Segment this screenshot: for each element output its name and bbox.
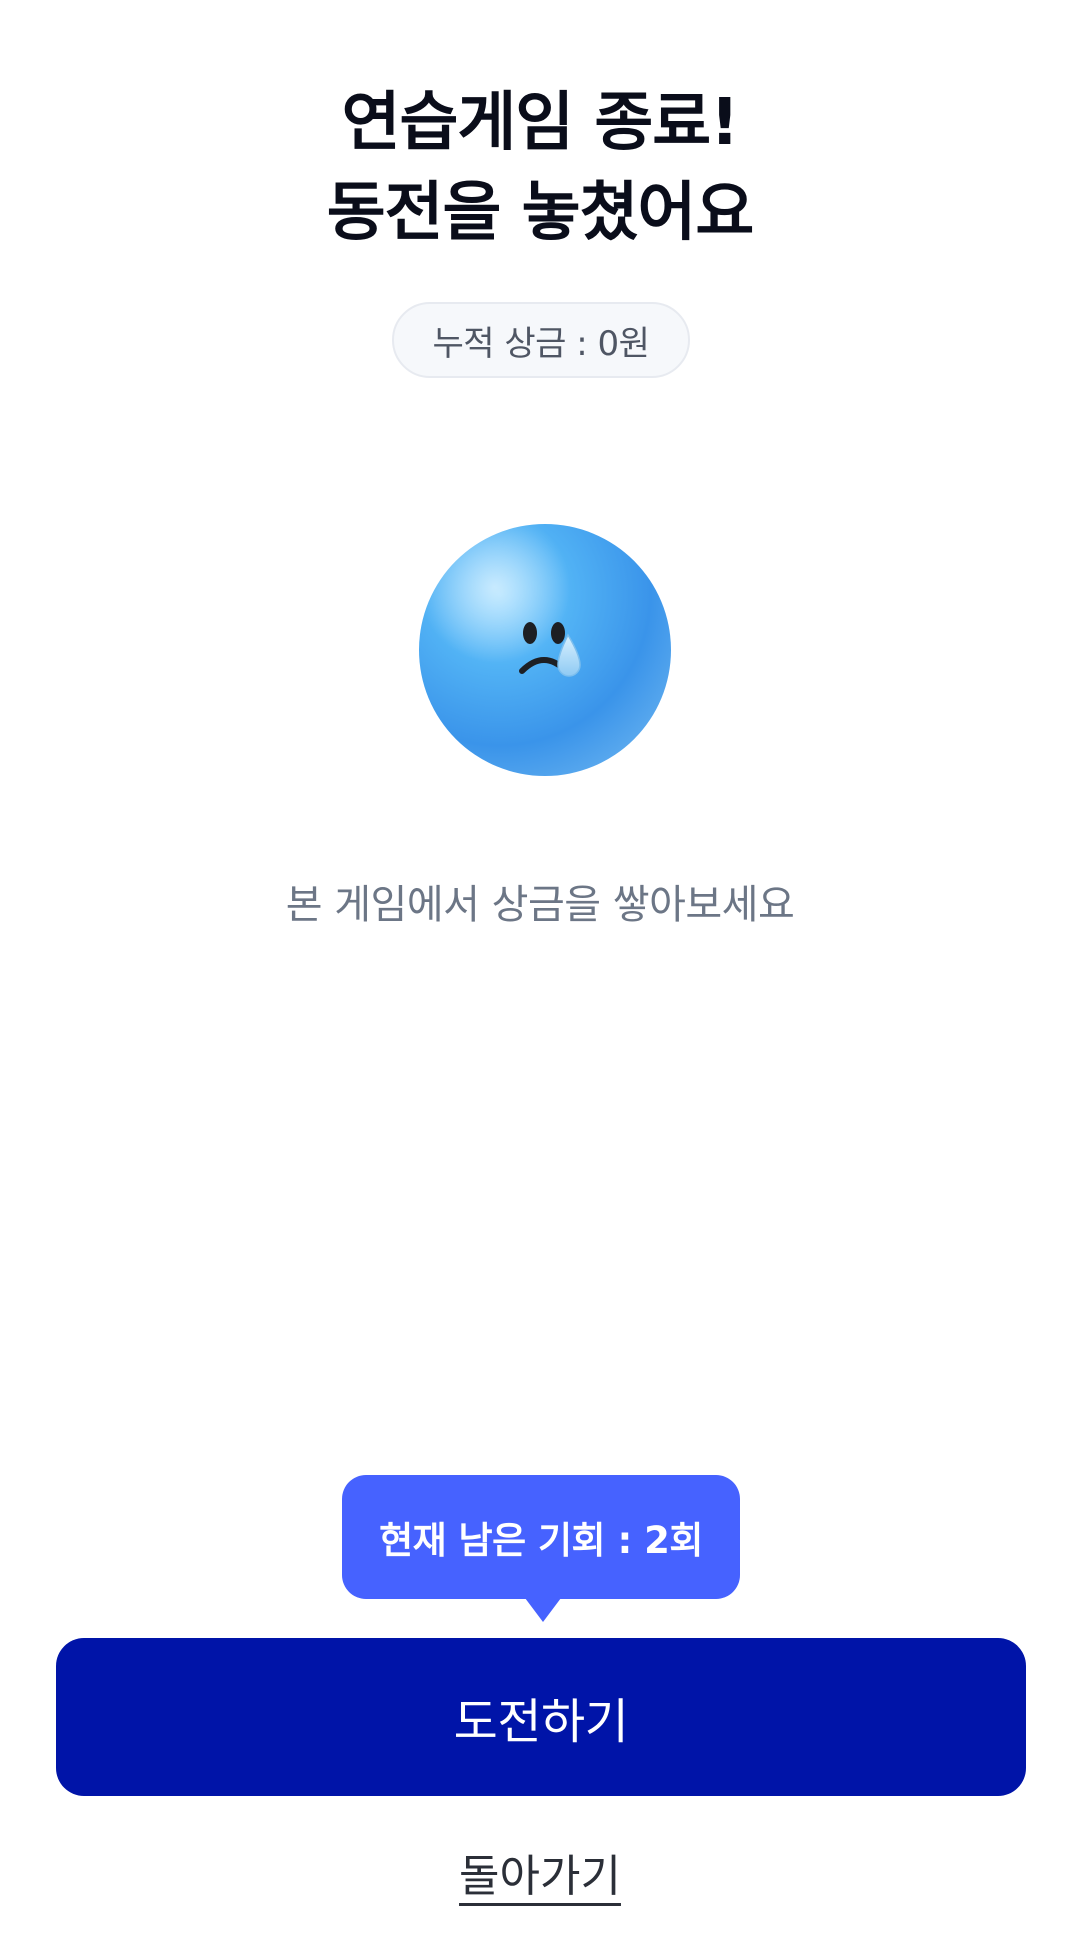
accumulated-prize-label: 누적 상금 : 0원 xyxy=(432,323,650,364)
remaining-chances-tooltip: 현재 남은 기회 : 2회 xyxy=(342,1475,740,1599)
back-link-container: 돌아가기 xyxy=(0,1840,1080,1904)
title-line-1: 연습게임 종료! xyxy=(341,86,740,160)
challenge-button[interactable]: 도전하기 xyxy=(56,1638,1026,1796)
back-link[interactable]: 돌아가기 xyxy=(459,1851,621,1902)
encouragement-message: 본 게임에서 상금을 쌓아보세요 xyxy=(285,882,795,928)
sad-crying-face-icon xyxy=(418,523,672,777)
game-result-screen: 연습게임 종료! 동전을 놓쳤어요 누적 상금 : 0원 본 게임에서 상금을 … xyxy=(0,0,1080,1953)
accumulated-prize-badge: 누적 상금 : 0원 xyxy=(392,302,690,378)
title-line-2: 동전을 놓쳤어요 xyxy=(326,176,754,250)
tooltip-arrow xyxy=(522,1594,564,1622)
remaining-chances-label: 현재 남은 기회 : 2회 xyxy=(379,1519,703,1562)
page-title: 연습게임 종료! 동전을 놓쳤어요 xyxy=(0,78,1080,258)
sad-face-illustration xyxy=(419,524,671,776)
